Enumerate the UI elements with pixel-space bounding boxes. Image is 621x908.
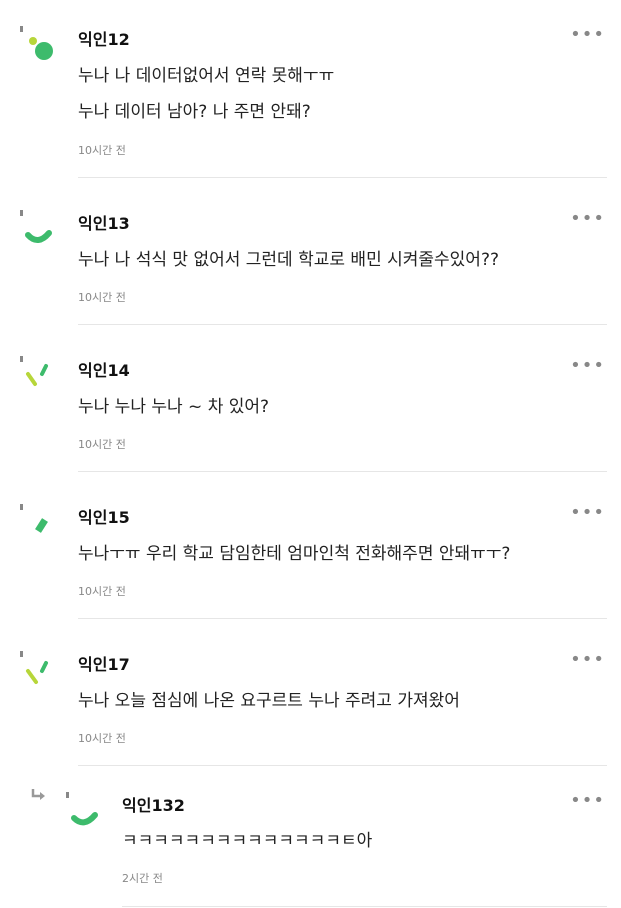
- avatar: [20, 26, 53, 60]
- comment-text: 누나 누나 누나 ~ 차 있어?: [78, 397, 270, 417]
- comment-text: 누나 데이터 남아? 나 주면 안돼?: [78, 102, 311, 122]
- timestamp: 10시간 전: [78, 144, 126, 157]
- avatar: [20, 504, 48, 533]
- timestamp: 10시간 전: [78, 732, 126, 745]
- comment-text: 누나ㅜㅠ 우리 학교 담임한테 엄마인척 전화해주면 안돼ㅠㅜ?: [78, 544, 511, 564]
- username[interactable]: 익인14: [78, 357, 130, 381]
- username[interactable]: 익인13: [78, 210, 130, 234]
- timestamp: 2시간 전: [122, 872, 163, 885]
- comment-text: 누나 나 석식 맛 없어서 그런데 학교로 배민 시켜줄수있어??: [78, 250, 499, 270]
- timestamp: 10시간 전: [78, 291, 126, 304]
- username[interactable]: 익인12: [78, 26, 130, 50]
- avatar: [20, 651, 48, 684]
- avatar: [66, 792, 98, 826]
- more-options-icon[interactable]: •••: [570, 24, 605, 45]
- divider: [122, 906, 607, 907]
- more-options-icon[interactable]: •••: [570, 208, 605, 229]
- username[interactable]: 익인132: [122, 792, 185, 816]
- reply-item: 익인132 ••• ㅋㅋㅋㅋㅋㅋㅋㅋㅋㅋㅋㅋㅋㅋㅌ아 2시간 전: [0, 766, 621, 908]
- username[interactable]: 익인15: [78, 504, 130, 528]
- comment-text: 누나 나 데이터없어서 연락 못해ㅜㅠ: [78, 66, 335, 86]
- comment-text: ㅋㅋㅋㅋㅋㅋㅋㅋㅋㅋㅋㅋㅋㅋㅌ아: [122, 831, 373, 851]
- avatar: [20, 210, 52, 243]
- more-options-icon[interactable]: •••: [570, 649, 605, 670]
- more-options-icon[interactable]: •••: [570, 790, 605, 811]
- comment-item: 익인14 ••• 누나 누나 누나 ~ 차 있어? 10시간 전: [0, 325, 621, 472]
- avatar: [20, 356, 48, 386]
- more-options-icon[interactable]: •••: [570, 502, 605, 523]
- reply-arrow-icon: [31, 789, 45, 800]
- timestamp: 10시간 전: [78, 585, 126, 598]
- username[interactable]: 익인17: [78, 651, 130, 675]
- comment-item: 익인17 ••• 누나 오늘 점심에 나온 요구르트 누나 주려고 가져왔어 1…: [0, 619, 621, 766]
- comment-text: 누나 오늘 점심에 나온 요구르트 누나 주려고 가져왔어: [78, 691, 460, 711]
- comment-item: 익인15 ••• 누나ㅜㅠ 우리 학교 담임한테 엄마인척 전화해주면 안돼ㅠㅜ…: [0, 472, 621, 619]
- timestamp: 10시간 전: [78, 438, 126, 451]
- comment-item: 익인13 ••• 누나 나 석식 맛 없어서 그런데 학교로 배민 시켜줄수있어…: [0, 178, 621, 325]
- comment-item: 익인12 ••• 누나 나 데이터없어서 연락 못해ㅜㅠ 누나 데이터 남아? …: [0, 0, 621, 178]
- more-options-icon[interactable]: •••: [570, 355, 605, 376]
